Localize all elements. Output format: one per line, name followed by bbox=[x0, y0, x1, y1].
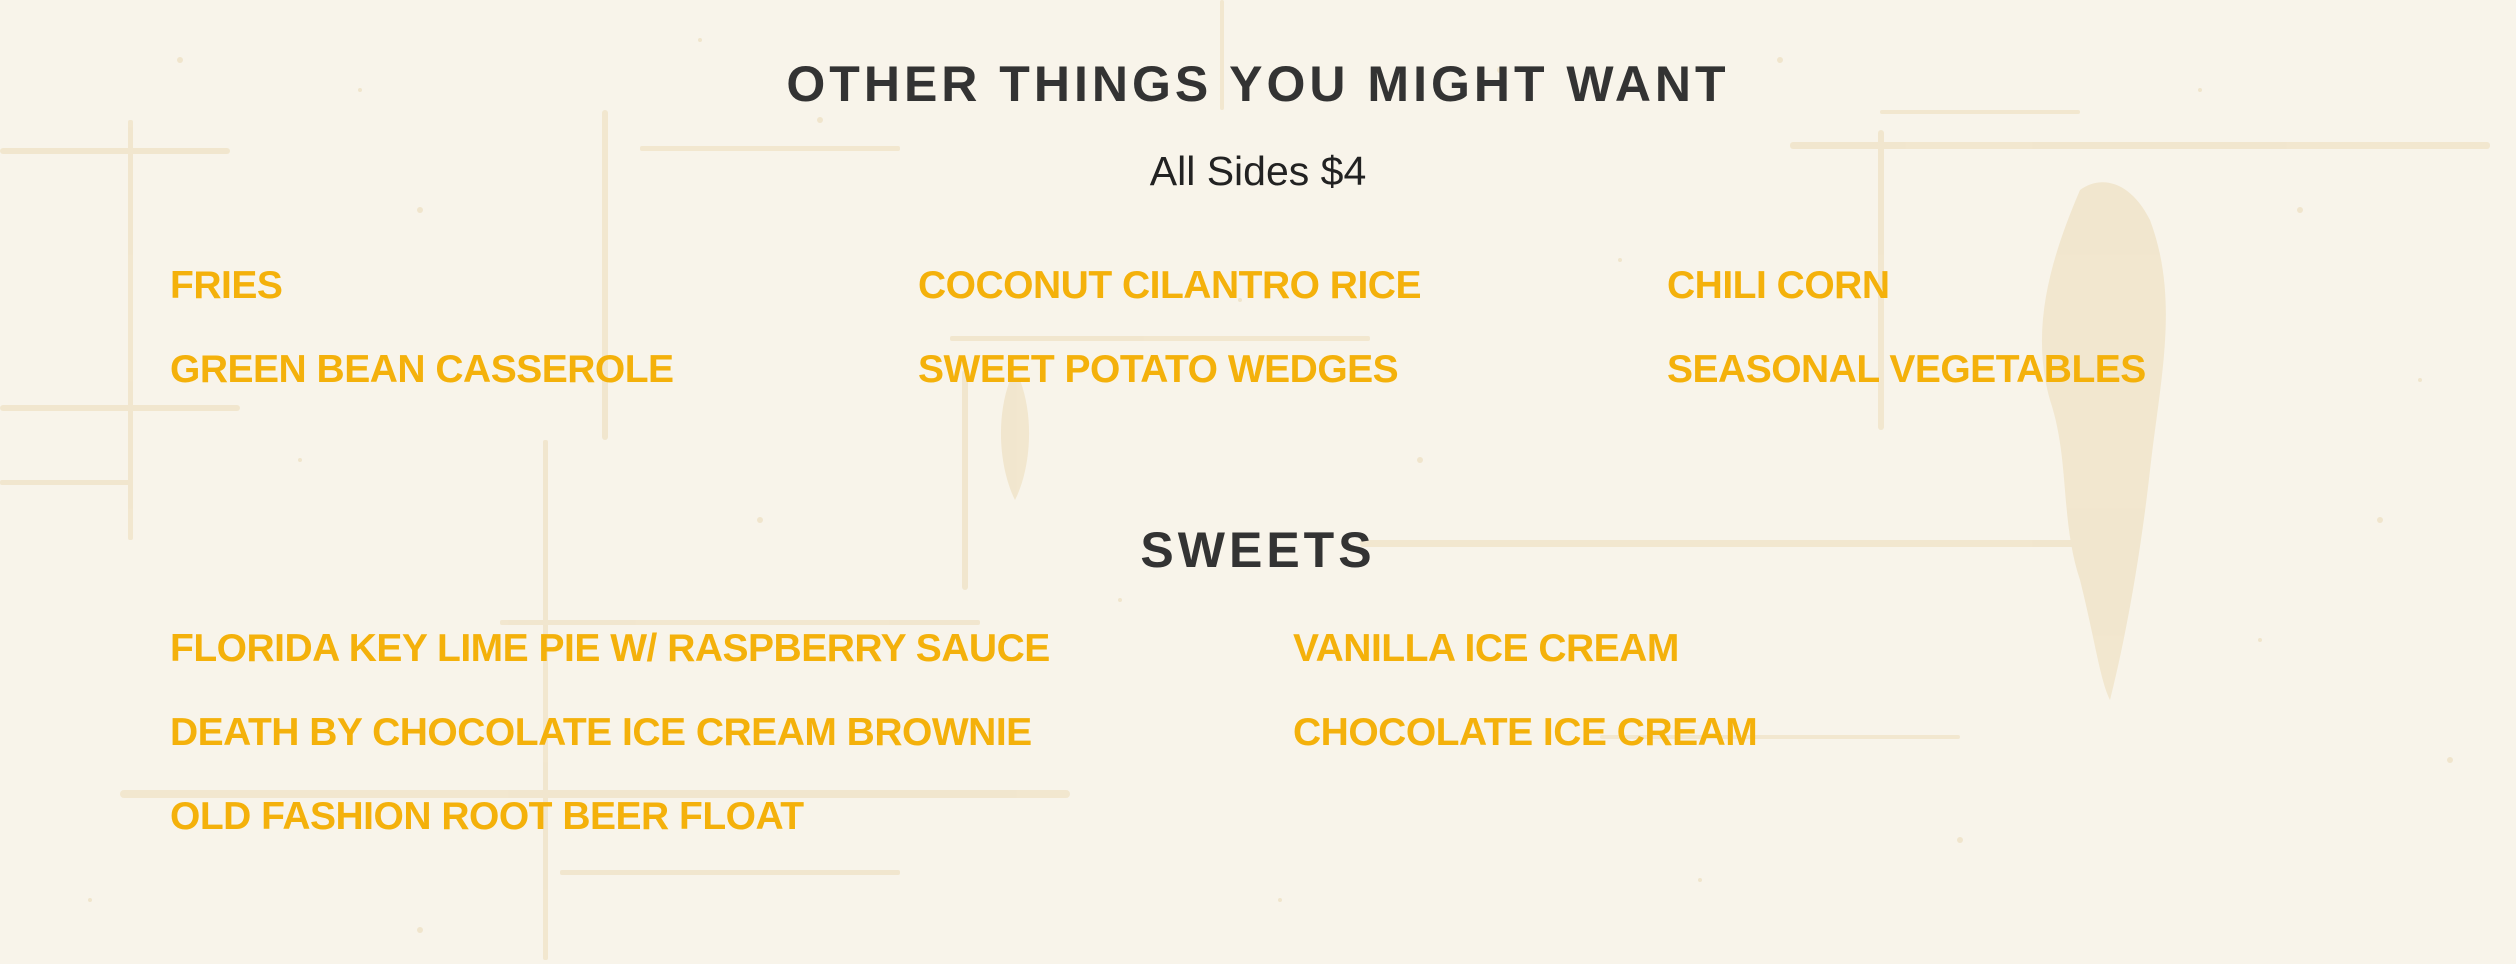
sides-price-subtitle: All Sides $4 bbox=[1149, 148, 1367, 194]
menu-item-key-lime-pie[interactable]: FLORIDA KEY LIME PIE W/ RASPBERRY SAUCE bbox=[170, 623, 1050, 675]
menu-item-chili-corn[interactable]: CHILI CORN bbox=[1667, 260, 1890, 312]
menu-item-fries[interactable]: FRIES bbox=[170, 260, 283, 312]
menu-item-green-bean-casserole[interactable]: GREEN BEAN CASSEROLE bbox=[170, 344, 674, 396]
menu-item-coconut-cilantro-rice[interactable]: COCONUT CILANTRO RICE bbox=[918, 260, 1421, 312]
menu-item-root-beer-float[interactable]: OLD FASHION ROOT BEER FLOAT bbox=[170, 791, 804, 843]
menu-item-vanilla-ice-cream[interactable]: VANILLA ICE CREAM bbox=[1293, 623, 1679, 675]
sides-section-title: OTHER THINGS YOU MIGHT WANT bbox=[786, 56, 1730, 112]
menu-item-sweet-potato-wedges[interactable]: SWEET POTATO WEDGES bbox=[918, 344, 1399, 396]
menu-item-seasonal-vegetables[interactable]: SEASONAL VEGETABLES bbox=[1667, 344, 2146, 396]
sweets-section-title: SWEETS bbox=[1140, 522, 1376, 578]
menu-item-chocolate-ice-cream[interactable]: CHOCOLATE ICE CREAM bbox=[1293, 707, 1758, 759]
menu-item-chocolate-brownie[interactable]: DEATH BY CHOCOLATE ICE CREAM BROWNIE bbox=[170, 707, 1032, 759]
